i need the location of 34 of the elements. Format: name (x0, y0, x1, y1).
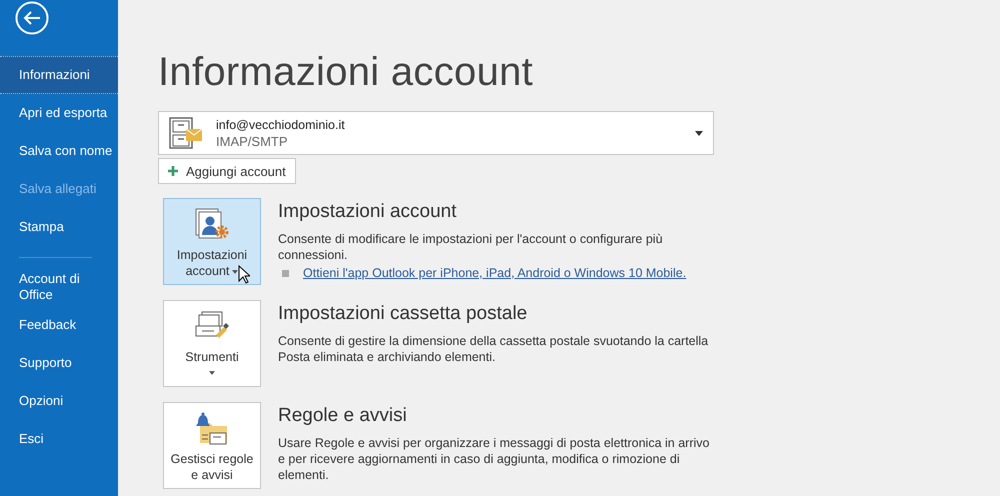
section-heading: Impostazioni account (278, 201, 458, 223)
account-email: info@vecchiodominio.it (216, 118, 346, 132)
back-icon[interactable] (15, 1, 49, 35)
add-account-button[interactable]: Aggiungi account (158, 158, 296, 184)
caret-icon (695, 130, 703, 136)
plus-icon (168, 166, 178, 176)
section-description: Consente di modificare le impostazioni per l'account o configurare più connessioni. (278, 231, 664, 263)
page-title: Informazioni account (158, 50, 534, 95)
mail-cabinet-icon (168, 116, 204, 150)
cursor-icon (238, 265, 250, 284)
folder-bell-icon (194, 411, 230, 445)
section-description: Consente di gestire la dimensione della cassetta postale svuotando la cartella Posta eliminata e archiviando elementi. (278, 333, 710, 365)
section-description: Usare Regole e avvisi per organizzare i messaggi di posta elettronica in arrivo e per ricevere aggiornamenti in caso di aggiunta, modifica o rimozione di elementi. (278, 435, 710, 483)
caret-icon (232, 270, 238, 274)
sidebar-item[interactable]: Stampa (0, 208, 118, 246)
outlook-app-link[interactable]: Ottieni l'app Outlook per iPhone, iPad, Android o Windows 10 Mobile. (303, 266, 686, 280)
section-heading: Impostazioni cassetta postale (278, 303, 528, 325)
account-gear-icon (194, 207, 230, 241)
sidebar-item[interactable]: Opzioni (0, 382, 118, 420)
sidebar-item[interactable]: Esci (0, 420, 118, 458)
account-dropdown[interactable]: info@vecchiodominio.it IMAP/SMTP (158, 111, 714, 155)
tile-button[interactable]: Strumenti (163, 300, 261, 387)
sidebar-item[interactable]: Apri ed esporta (0, 94, 118, 132)
sidebar-item[interactable]: Feedback (0, 306, 118, 344)
bullet-icon (282, 270, 289, 276)
tile-button[interactable]: Impostazioni account (163, 198, 261, 285)
caret-icon (209, 371, 215, 375)
sidebar-item[interactable]: Account di Office (0, 268, 118, 306)
tile-button[interactable]: Gestisci regole e avvisi (163, 402, 261, 489)
account-type: IMAP/SMTP (216, 134, 289, 148)
sidebar-item[interactable]: Salva con nome (0, 132, 118, 170)
sidebar-item[interactable]: Supporto (0, 344, 118, 382)
section-heading: Regole e avvisi (278, 405, 408, 427)
sidebar-item[interactable]: Informazioni (0, 56, 118, 94)
